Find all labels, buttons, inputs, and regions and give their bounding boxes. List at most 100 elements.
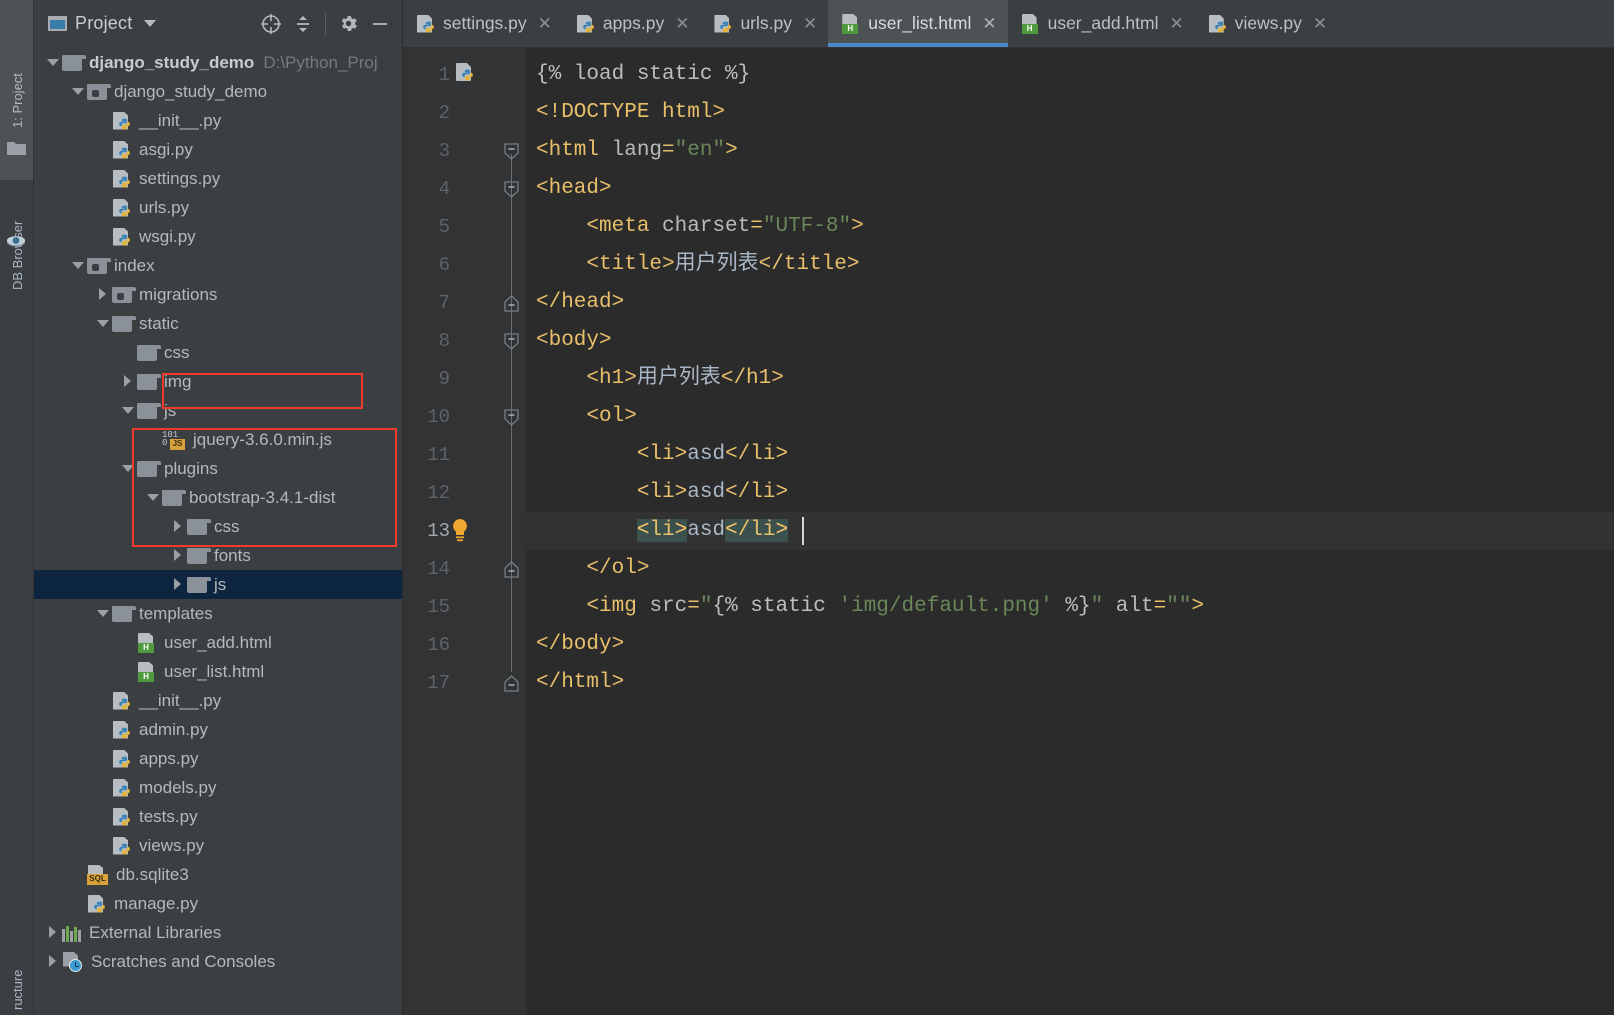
tab-apps-py[interactable]: apps.py ✕	[563, 0, 701, 47]
tab-urls-py[interactable]: urls.py ✕	[700, 0, 828, 47]
expand-arrow-right-icon[interactable]	[44, 947, 62, 976]
expand-arrow-right-icon[interactable]	[44, 918, 62, 947]
tree-item-index[interactable]: index	[34, 251, 402, 280]
expand-arrow-down-icon[interactable]	[119, 396, 137, 425]
code-line[interactable]: <head>	[526, 170, 1614, 208]
close-icon[interactable]: ✕	[1170, 15, 1184, 32]
code-line[interactable]: <img src="{% static 'img/default.png' %}…	[526, 588, 1614, 626]
tree-item-user-add-html[interactable]: Huser_add.html	[34, 628, 402, 657]
tree-item-plugins[interactable]: plugins	[34, 454, 402, 483]
code-content[interactable]: {% load static %} <!DOCTYPE html> <html la…	[526, 48, 1614, 1015]
expand-arrow-right-icon[interactable]	[169, 512, 187, 541]
tree-item-urls-py[interactable]: urls.py	[34, 193, 402, 222]
tree-item-manage-py[interactable]: manage.py	[34, 889, 402, 918]
expand-arrow-right-icon[interactable]	[169, 570, 187, 599]
editor-gutter[interactable]: 1 2 3 4 5 6 7 8 9 10 11 12 13 14 15 16 17	[403, 48, 498, 1015]
close-icon[interactable]: ✕	[803, 15, 817, 32]
tree-item-admin-py[interactable]: admin.py	[34, 715, 402, 744]
sidebar-item-project[interactable]: 1: Project	[10, 73, 25, 128]
tree-item-jquery-3-6-0-min-js[interactable]: 101 0 JS jquery-3.6.0.min.js	[34, 425, 402, 454]
tree-item--init-py[interactable]: __init__.py	[34, 106, 402, 135]
sidebar-item-structure[interactable]: ructure	[10, 970, 25, 1010]
tree-item-img[interactable]: img	[34, 367, 402, 396]
tree-item--init-py[interactable]: __init__.py	[34, 686, 402, 715]
fold-collapse-icon[interactable]	[504, 181, 519, 198]
tree-item-external-libraries[interactable]: External Libraries	[34, 918, 402, 947]
tab-views-py[interactable]: views.py ✕	[1195, 0, 1338, 47]
arrow-placeholder	[119, 657, 137, 686]
tree-item-css[interactable]: css	[34, 512, 402, 541]
code-line[interactable]: <body>	[526, 322, 1614, 360]
tree-item-apps-py[interactable]: apps.py	[34, 744, 402, 773]
code-line[interactable]: <li>asd</li>	[526, 436, 1614, 474]
expand-arrow-down-icon[interactable]	[144, 483, 162, 512]
code-line[interactable]: <meta charset="UTF-8">	[526, 208, 1614, 246]
close-icon[interactable]: ✕	[1313, 15, 1327, 32]
tree-item-django-study-demo[interactable]: django_study_demo	[34, 77, 402, 106]
chevron-down-icon[interactable]	[144, 20, 157, 27]
tree-item-scratches-and-consoles[interactable]: Scratches and Consoles	[34, 947, 402, 976]
intention-bulb-icon[interactable]	[449, 518, 471, 544]
select-opened-file-icon[interactable]	[255, 8, 287, 40]
code-line[interactable]: </ol>	[526, 550, 1614, 588]
code-line[interactable]: <html lang="en">	[526, 132, 1614, 170]
settings-gear-icon[interactable]	[332, 8, 364, 40]
tab-user-add-html[interactable]: Huser_add.html ✕	[1008, 0, 1195, 47]
code-line[interactable]: <title>用户列表</title>	[526, 246, 1614, 284]
tree-item-wsgi-py[interactable]: wsgi.py	[34, 222, 402, 251]
tree-item-bootstrap-3-4-1-dist[interactable]: bootstrap-3.4.1-dist	[34, 483, 402, 512]
fold-collapse-icon[interactable]	[504, 409, 519, 426]
code-editor[interactable]: 1 2 3 4 5 6 7 8 9 10 11 12 13 14 15 16 17 {% load static…	[403, 48, 1614, 1015]
tree-item-user-list-html[interactable]: Huser_list.html	[34, 657, 402, 686]
tree-item-js[interactable]: js	[34, 396, 402, 425]
fold-collapse-icon[interactable]	[504, 143, 519, 160]
expand-arrow-right-icon[interactable]	[94, 280, 112, 309]
code-line[interactable]: <li>asd</li>	[526, 474, 1614, 512]
tree-item-asgi-py[interactable]: asgi.py	[34, 135, 402, 164]
expand-arrow-down-icon[interactable]	[44, 48, 62, 77]
expand-arrow-down-icon[interactable]	[94, 599, 112, 628]
expand-arrow-right-icon[interactable]	[169, 541, 187, 570]
code-line[interactable]: <h1>用户列表</h1>	[526, 360, 1614, 398]
tab-settings-py[interactable]: settings.py ✕	[403, 0, 563, 47]
code-line[interactable]: </head>	[526, 284, 1614, 322]
hide-panel-icon[interactable]	[364, 8, 396, 40]
code-folding-column[interactable]	[498, 48, 526, 1015]
project-title-group[interactable]: Project	[48, 13, 157, 34]
code-line[interactable]: <ol>	[526, 398, 1614, 436]
tree-item-fonts[interactable]: fonts	[34, 541, 402, 570]
fold-end-icon[interactable]	[504, 675, 519, 692]
tree-item-templates[interactable]: templates	[34, 599, 402, 628]
code-line[interactable]: </html>	[526, 664, 1614, 702]
fold-end-icon[interactable]	[504, 561, 519, 578]
tree-item-static[interactable]: static	[34, 309, 402, 338]
close-icon[interactable]: ✕	[538, 15, 552, 32]
tree-item-migrations[interactable]: migrations	[34, 280, 402, 309]
collapse-all-icon[interactable]	[287, 8, 319, 40]
tree-item-models-py[interactable]: models.py	[34, 773, 402, 802]
fold-end-icon[interactable]	[504, 295, 519, 312]
tree-item-css[interactable]: css	[34, 338, 402, 367]
django-python-icon[interactable]	[455, 62, 479, 86]
fold-collapse-icon[interactable]	[504, 333, 519, 350]
tree-item-settings-py[interactable]: settings.py	[34, 164, 402, 193]
code-line[interactable]: <li>asd</li>	[526, 512, 1614, 550]
tree-item-db-sqlite3[interactable]: SQL db.sqlite3	[34, 860, 402, 889]
code-line[interactable]: {% load static %}	[526, 56, 1614, 94]
tree-item-tests-py[interactable]: tests.py	[34, 802, 402, 831]
expand-arrow-down-icon[interactable]	[69, 77, 87, 106]
tab-user-list-html[interactable]: Huser_list.html ✕	[828, 0, 1008, 47]
close-icon[interactable]: ✕	[675, 15, 689, 32]
project-tree[interactable]: django_study_demo D:\Python_Proj django_st…	[34, 47, 402, 976]
close-icon[interactable]: ✕	[982, 15, 996, 32]
tree-item-django-study-demo[interactable]: django_study_demo D:\Python_Proj	[34, 48, 402, 77]
expand-arrow-down-icon[interactable]	[69, 251, 87, 280]
editor-tab-bar[interactable]: settings.py ✕ apps.py ✕ urls.py ✕ Huser_list.h…	[403, 0, 1614, 48]
code-line[interactable]: </body>	[526, 626, 1614, 664]
expand-arrow-down-icon[interactable]	[94, 309, 112, 338]
expand-arrow-right-icon[interactable]	[119, 367, 137, 396]
expand-arrow-down-icon[interactable]	[119, 454, 137, 483]
tree-item-js[interactable]: js	[34, 570, 402, 599]
code-line[interactable]: <!DOCTYPE html>	[526, 94, 1614, 132]
tree-item-views-py[interactable]: views.py	[34, 831, 402, 860]
